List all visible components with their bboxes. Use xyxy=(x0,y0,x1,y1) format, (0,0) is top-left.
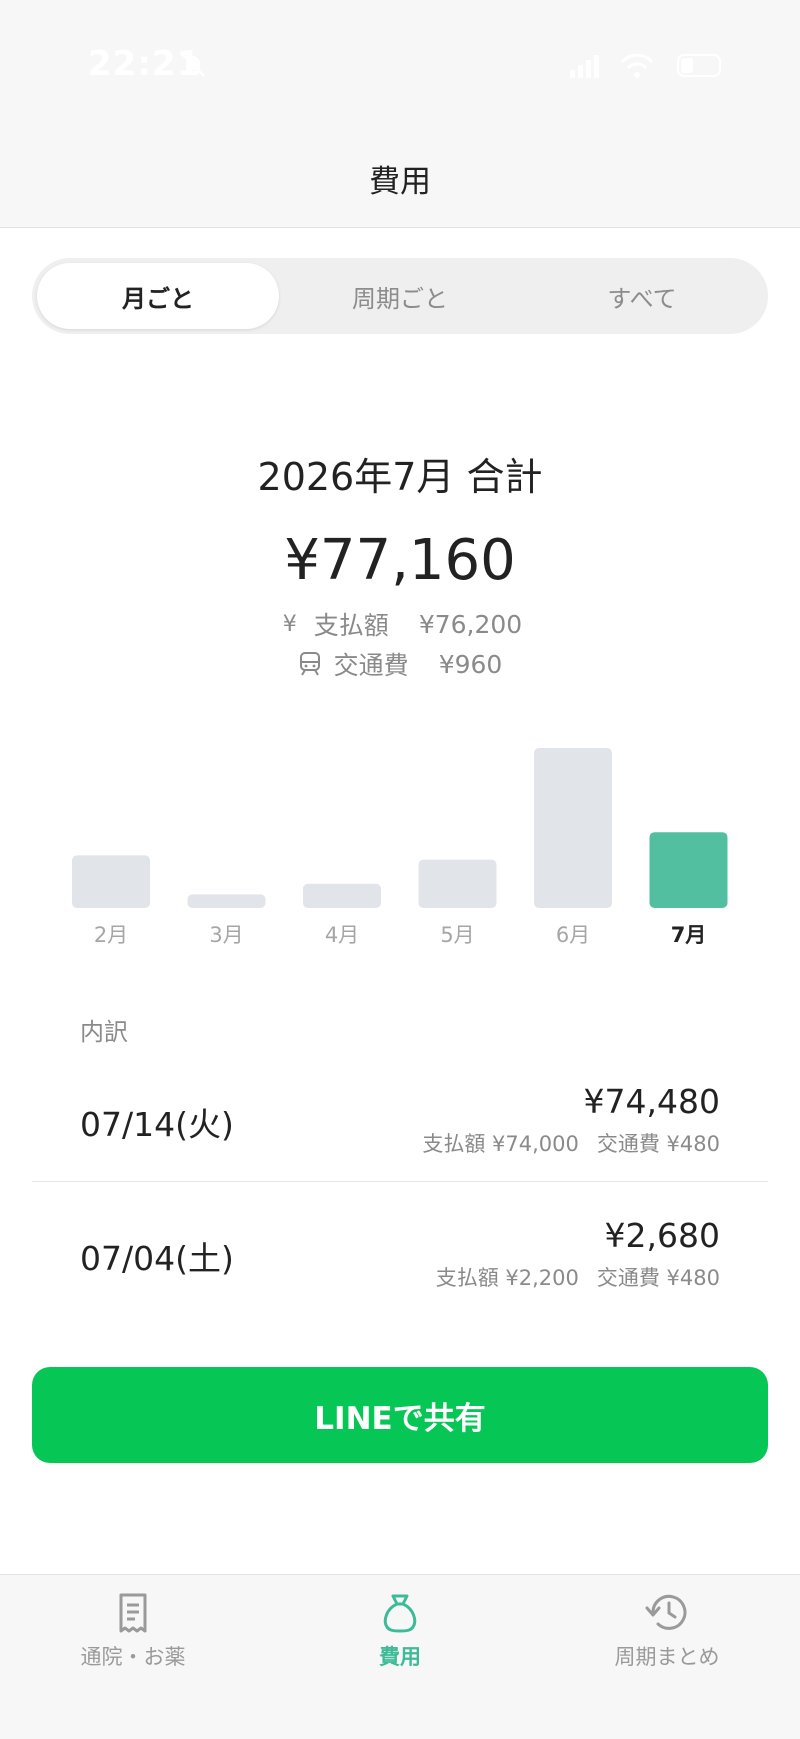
payment-summary: ¥ 支払額 ¥76,200 xyxy=(0,606,800,642)
total-amount: ¥77,160 xyxy=(284,528,516,593)
chart-bar-1[interactable] xyxy=(72,855,150,908)
row-detail: 支払額 ¥74,000 交通費 ¥480 xyxy=(422,1128,720,1158)
chart-bar-5[interactable] xyxy=(534,748,612,908)
receipt-icon xyxy=(119,1593,147,1633)
history-icon xyxy=(645,1594,687,1630)
row-date: 07/04(土) xyxy=(80,1239,234,1278)
row-amount: ¥74,480 xyxy=(583,1082,720,1121)
transport-value: ¥960 xyxy=(438,649,503,679)
chart-month-label: 6月 xyxy=(556,923,590,947)
breakdown-row[interactable]: 07/14(火) ¥74,480 支払額 ¥74,000 交通費 ¥480 xyxy=(32,1052,768,1182)
row-payment: 支払額 ¥74,000 xyxy=(422,1132,579,1156)
summary-title: 2026年7月 合計 xyxy=(257,455,543,499)
chart-month-label: 2月 xyxy=(94,923,128,947)
tab-expenses[interactable]: 費用 xyxy=(300,1591,500,1691)
row-date: 07/14(火) xyxy=(80,1105,234,1144)
chart-month-label: 5月 xyxy=(440,923,474,947)
monthly-bar-chart: 2月 3月 4月 5月 6月 7月 xyxy=(72,748,728,947)
tab-label: 周期まとめ xyxy=(614,1645,720,1669)
tab-label: 通院・お薬 xyxy=(80,1645,186,1669)
row-detail: 支払額 ¥2,200 交通費 ¥480 xyxy=(436,1262,720,1292)
chart-month-label: 7月 xyxy=(671,923,707,947)
chart-bar-4[interactable] xyxy=(418,859,497,908)
train-icon xyxy=(299,652,320,676)
money-bag-icon xyxy=(383,1594,417,1633)
page-title: 費用 xyxy=(369,164,431,200)
chart-month-label: 4月 xyxy=(325,923,359,947)
tab-visits-medicine[interactable]: 通院・お薬 xyxy=(33,1591,233,1691)
top-bar: 22:21 費用 xyxy=(0,0,800,228)
transport-summary: 交通費 ¥960 xyxy=(0,646,800,682)
row-transport: 交通費 ¥480 xyxy=(596,1132,720,1156)
chart-bar-2[interactable] xyxy=(187,894,266,908)
yen-icon: ¥ xyxy=(282,611,297,637)
expenses-screen: 22:21 費用 月ごと 周期ごと すべて 2026年7月 合計 ¥77,160… xyxy=(0,0,800,1739)
tab-all[interactable]: すべて xyxy=(521,263,763,329)
chart-bar-6[interactable] xyxy=(649,832,728,908)
period-segmented-control: 月ごと 周期ごと すべて xyxy=(32,258,768,334)
transport-label: 交通費 xyxy=(333,651,409,680)
breakdown-label: 内訳 xyxy=(80,1018,128,1046)
chart-bar-3[interactable] xyxy=(303,883,381,908)
tab-cycle[interactable]: 周期ごと xyxy=(279,263,521,329)
payment-value: ¥76,200 xyxy=(418,609,523,639)
tab-monthly[interactable]: 月ごと xyxy=(37,263,279,329)
row-payment: 支払額 ¥2,200 xyxy=(435,1266,579,1290)
bottom-tab-bar: 通院・お薬 費用 周期まとめ xyxy=(0,1574,800,1739)
payment-label: 支払額 xyxy=(313,611,389,640)
row-transport: 交通費 ¥480 xyxy=(596,1266,720,1290)
bell-muted-icon xyxy=(181,53,205,77)
chart-month-label: 3月 xyxy=(209,923,243,947)
tab-cycle-summary[interactable]: 周期まとめ xyxy=(567,1591,767,1691)
row-amount: ¥2,680 xyxy=(604,1216,720,1255)
breakdown-row[interactable]: 07/04(土) ¥2,680 支払額 ¥2,200 交通費 ¥480 xyxy=(32,1186,768,1316)
line-share-button[interactable]: LINEで共有 xyxy=(32,1367,768,1463)
tab-label: 費用 xyxy=(379,1645,421,1669)
status-indicators-icon xyxy=(570,53,721,78)
